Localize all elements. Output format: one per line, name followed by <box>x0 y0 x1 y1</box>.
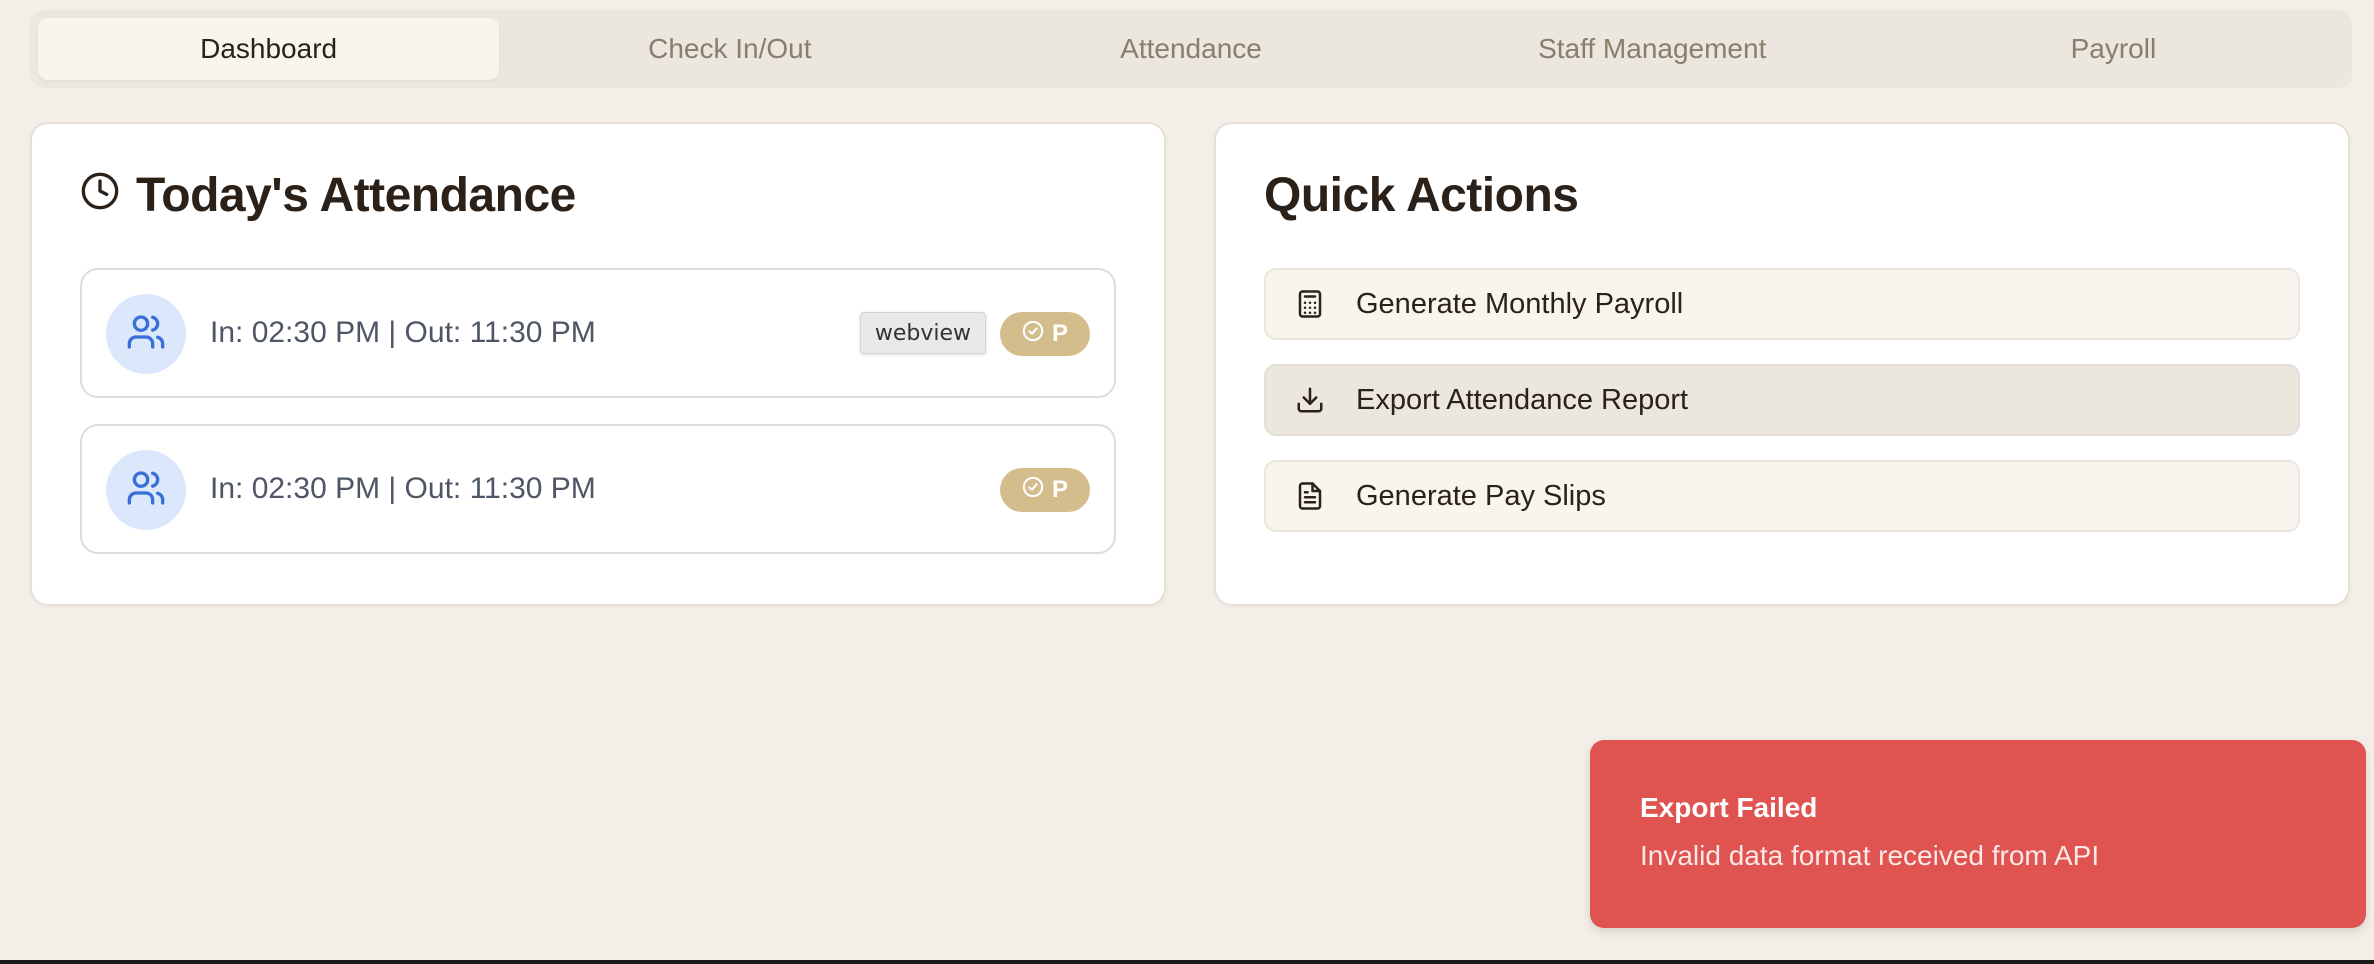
tab-payroll[interactable]: Payroll <box>1883 18 2344 80</box>
quick-action-label: Generate Pay Slips <box>1356 479 1606 512</box>
attendance-row: In: 02:30 PM | Out: 11:30 PM webview P <box>80 268 1116 398</box>
quick-action-label: Export Attendance Report <box>1356 383 1689 416</box>
export-attendance-report-button[interactable]: Export Attendance Report <box>1264 364 2300 436</box>
status-badge-label: P <box>1051 320 1068 347</box>
status-badge-label: P <box>1051 476 1068 503</box>
attendance-card-header: Today's Attendance <box>80 168 576 223</box>
tab-dashboard[interactable]: Dashboard <box>38 18 500 80</box>
users-icon <box>126 312 166 357</box>
attendance-row: In: 02:30 PM | Out: 11:30 PM P <box>80 424 1116 554</box>
check-in-out-times: In: 02:30 PM | Out: 11:30 PM <box>210 472 596 505</box>
tab-check-in-out[interactable]: Check In/Out <box>499 18 960 80</box>
status-badge: P <box>1000 468 1090 512</box>
quick-actions-title: Quick Actions <box>1264 169 1579 222</box>
bottom-edge-divider <box>0 960 2374 964</box>
toast-message: Invalid data format received from API <box>1640 840 2100 871</box>
avatar <box>106 450 186 530</box>
download-icon <box>1290 385 1330 415</box>
tab-attendance[interactable]: Attendance <box>960 18 1421 80</box>
status-badge: P <box>1000 312 1090 356</box>
error-toast[interactable]: Export Failed Invalid data format receiv… <box>1590 740 2366 928</box>
check-circle-icon <box>1022 320 1044 349</box>
quick-action-label: Generate Monthly Payroll <box>1356 287 1684 320</box>
calculator-icon <box>1290 289 1330 319</box>
clock-icon <box>80 168 120 223</box>
check-circle-icon <box>1022 476 1044 505</box>
attendance-card-title: Today's Attendance <box>136 169 576 222</box>
users-icon <box>126 468 166 513</box>
toast-title: Export Failed <box>1640 792 1818 823</box>
webview-tooltip: webview <box>859 312 986 354</box>
avatar <box>106 294 186 374</box>
generate-monthly-payroll-button[interactable]: Generate Monthly Payroll <box>1264 268 2300 340</box>
tab-staff-management[interactable]: Staff Management <box>1422 18 1883 80</box>
check-in-out-times: In: 02:30 PM | Out: 11:30 PM <box>210 316 596 349</box>
main-tabs: Dashboard Check In/Out Attendance Staff … <box>30 10 2352 88</box>
todays-attendance-card: Today's Attendance In: 02:30 PM | Out: 1… <box>30 122 1166 606</box>
file-text-icon <box>1290 481 1330 511</box>
generate-pay-slips-button[interactable]: Generate Pay Slips <box>1264 460 2300 532</box>
quick-actions-card: Quick Actions Generate Monthly Payroll E… <box>1214 122 2350 606</box>
